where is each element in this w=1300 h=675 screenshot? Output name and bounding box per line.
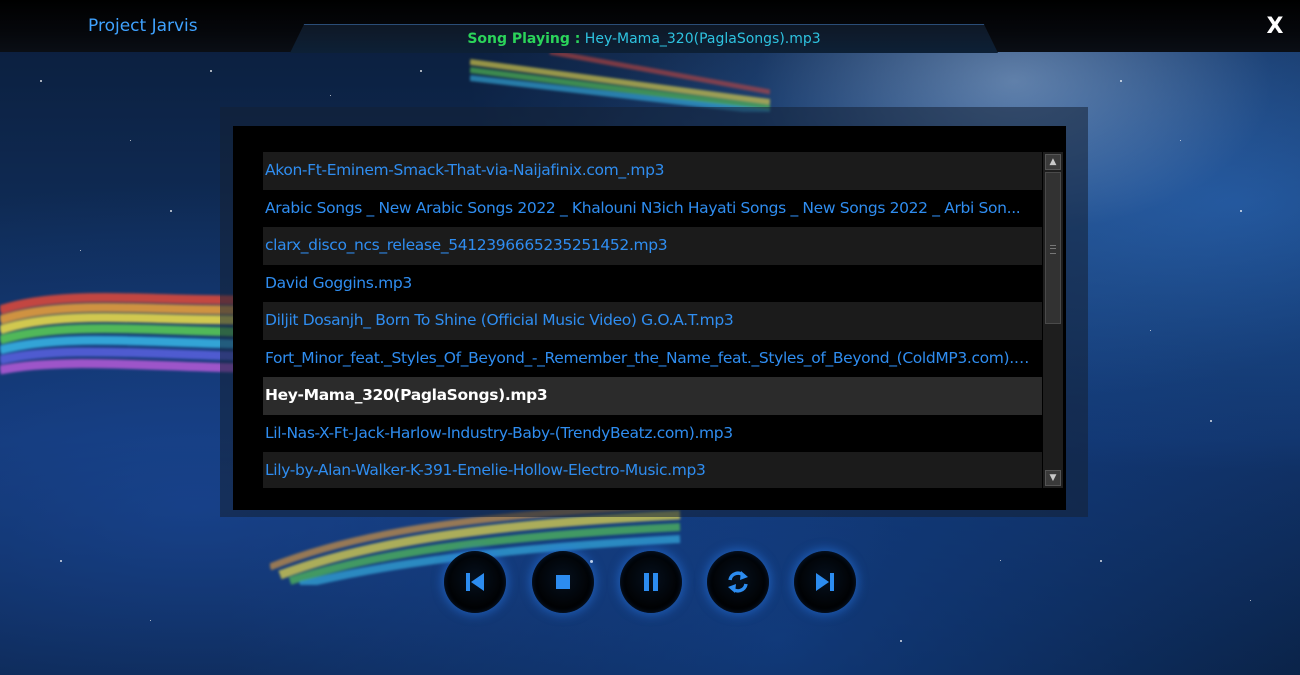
playlist-item[interactable]: Diljit Dosanjh_ Born To Shine (Official … (263, 302, 1042, 340)
now-playing-status: Song Playing : Hey-Mama_320(PaglaSongs).… (0, 31, 1288, 47)
previous-button[interactable] (444, 551, 506, 613)
playlist-item[interactable]: Lily-by-Alan-Walker-K-391-Emelie-Hollow-… (263, 452, 1042, 488)
stop-button[interactable] (532, 551, 594, 613)
skip-previous-icon (466, 573, 484, 591)
playlist-item[interactable]: Fort_Minor_feat._Styles_Of_Beyond_-_Reme… (263, 339, 1042, 377)
playlist-item[interactable]: Akon-Ft-Eminem-Smack-That-via-Naijafinix… (263, 152, 1042, 190)
pause-icon (644, 573, 658, 591)
playlist-scrollbar[interactable]: ▲ ▼ (1043, 152, 1063, 488)
scroll-thumb[interactable] (1045, 172, 1061, 324)
playlist[interactable]: Akon-Ft-Eminem-Smack-That-via-Naijafinix… (263, 152, 1042, 488)
scroll-grip-icon (1050, 245, 1056, 254)
app-window: Project Jarvis Song Playing : Hey-Mama_3… (0, 0, 1300, 675)
scroll-down-button[interactable]: ▼ (1045, 470, 1061, 486)
pause-button[interactable] (620, 551, 682, 613)
playlist-item[interactable]: Arabic Songs _ New Arabic Songs 2022 _ K… (263, 189, 1042, 227)
playlist-item-selected[interactable]: Hey-Mama_320(PaglaSongs).mp3 (263, 377, 1042, 415)
now-playing-label: Song Playing : (467, 31, 581, 47)
stop-icon (556, 575, 570, 589)
scroll-up-button[interactable]: ▲ (1045, 154, 1061, 170)
skip-next-icon (816, 573, 834, 591)
now-playing-value: Hey-Mama_320(PaglaSongs).mp3 (584, 31, 821, 47)
playlist-item[interactable]: Lil-Nas-X-Ft-Jack-Harlow-Industry-Baby-(… (263, 414, 1042, 452)
rainbow-decoration-top (470, 52, 770, 112)
playlist-item[interactable]: David Goggins.mp3 (263, 264, 1042, 302)
next-button[interactable] (794, 551, 856, 613)
playlist-item[interactable]: clarx_disco_ncs_release_5412396665235251… (263, 227, 1042, 265)
rainbow-decoration-left (0, 293, 240, 375)
repeat-button[interactable] (707, 551, 769, 613)
repeat-icon (728, 571, 748, 593)
close-button[interactable]: X (1262, 14, 1288, 40)
